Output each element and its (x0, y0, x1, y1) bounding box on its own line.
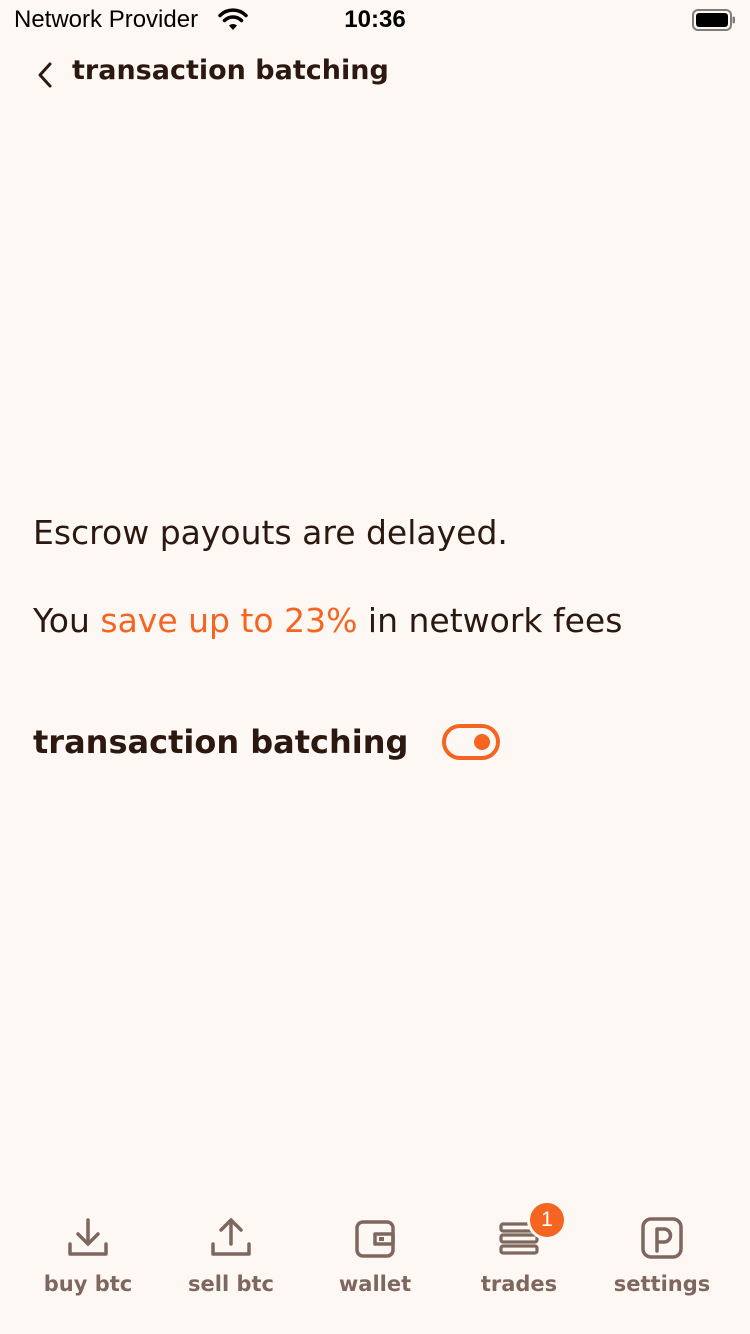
download-icon (68, 1218, 108, 1256)
transaction-batching-setting: transaction batching (33, 723, 501, 761)
toggle-label: transaction batching (33, 723, 409, 761)
tab-label-buy-btc: buy btc (43, 1272, 133, 1296)
info-text-block: Escrow payouts are delayed. You save up … (33, 510, 723, 686)
tab-label-wallet: wallet (338, 1272, 412, 1296)
tab-sell-btc[interactable]: sell btc (159, 1214, 303, 1296)
header: transaction batching (0, 50, 750, 98)
chevron-left-icon (38, 62, 52, 88)
tab-label-trades: trades (480, 1272, 558, 1296)
trades-icon-wrapper: 1 (495, 1200, 567, 1262)
tab-label-sell-btc: sell btc (188, 1272, 274, 1296)
status-bar: Network Provider 10:36 (0, 0, 750, 40)
fee-savings-prefix: You (33, 601, 101, 640)
page-title: transaction batching (72, 55, 389, 86)
tab-label-settings: settings (613, 1272, 711, 1296)
fee-savings-highlight: save up to 23% (100, 601, 358, 640)
tab-buy-btc[interactable]: buy btc (16, 1214, 160, 1296)
wallet-icon (355, 1220, 395, 1258)
tab-settings[interactable]: settings (590, 1214, 734, 1296)
peach-settings-icon (641, 1217, 683, 1259)
toggle-knob (474, 734, 491, 750)
battery-icon (692, 9, 735, 31)
back-button[interactable] (28, 58, 62, 92)
fee-savings-suffix: in network fees (357, 601, 623, 640)
delay-info-text: Escrow payouts are delayed. (33, 513, 508, 552)
notification-badge: 1 (527, 1200, 567, 1240)
fee-savings-text: You save up to 23% in network fees (33, 598, 723, 644)
transaction-batching-toggle[interactable] (442, 724, 501, 760)
tab-trades[interactable]: 1 trades (447, 1200, 591, 1296)
status-time: 10:36 (344, 6, 406, 33)
bottom-tab-bar: buy btc sell btc wallet 1 trades setting… (0, 1194, 750, 1334)
upload-icon (211, 1218, 251, 1256)
tab-wallet[interactable]: wallet (303, 1214, 447, 1296)
